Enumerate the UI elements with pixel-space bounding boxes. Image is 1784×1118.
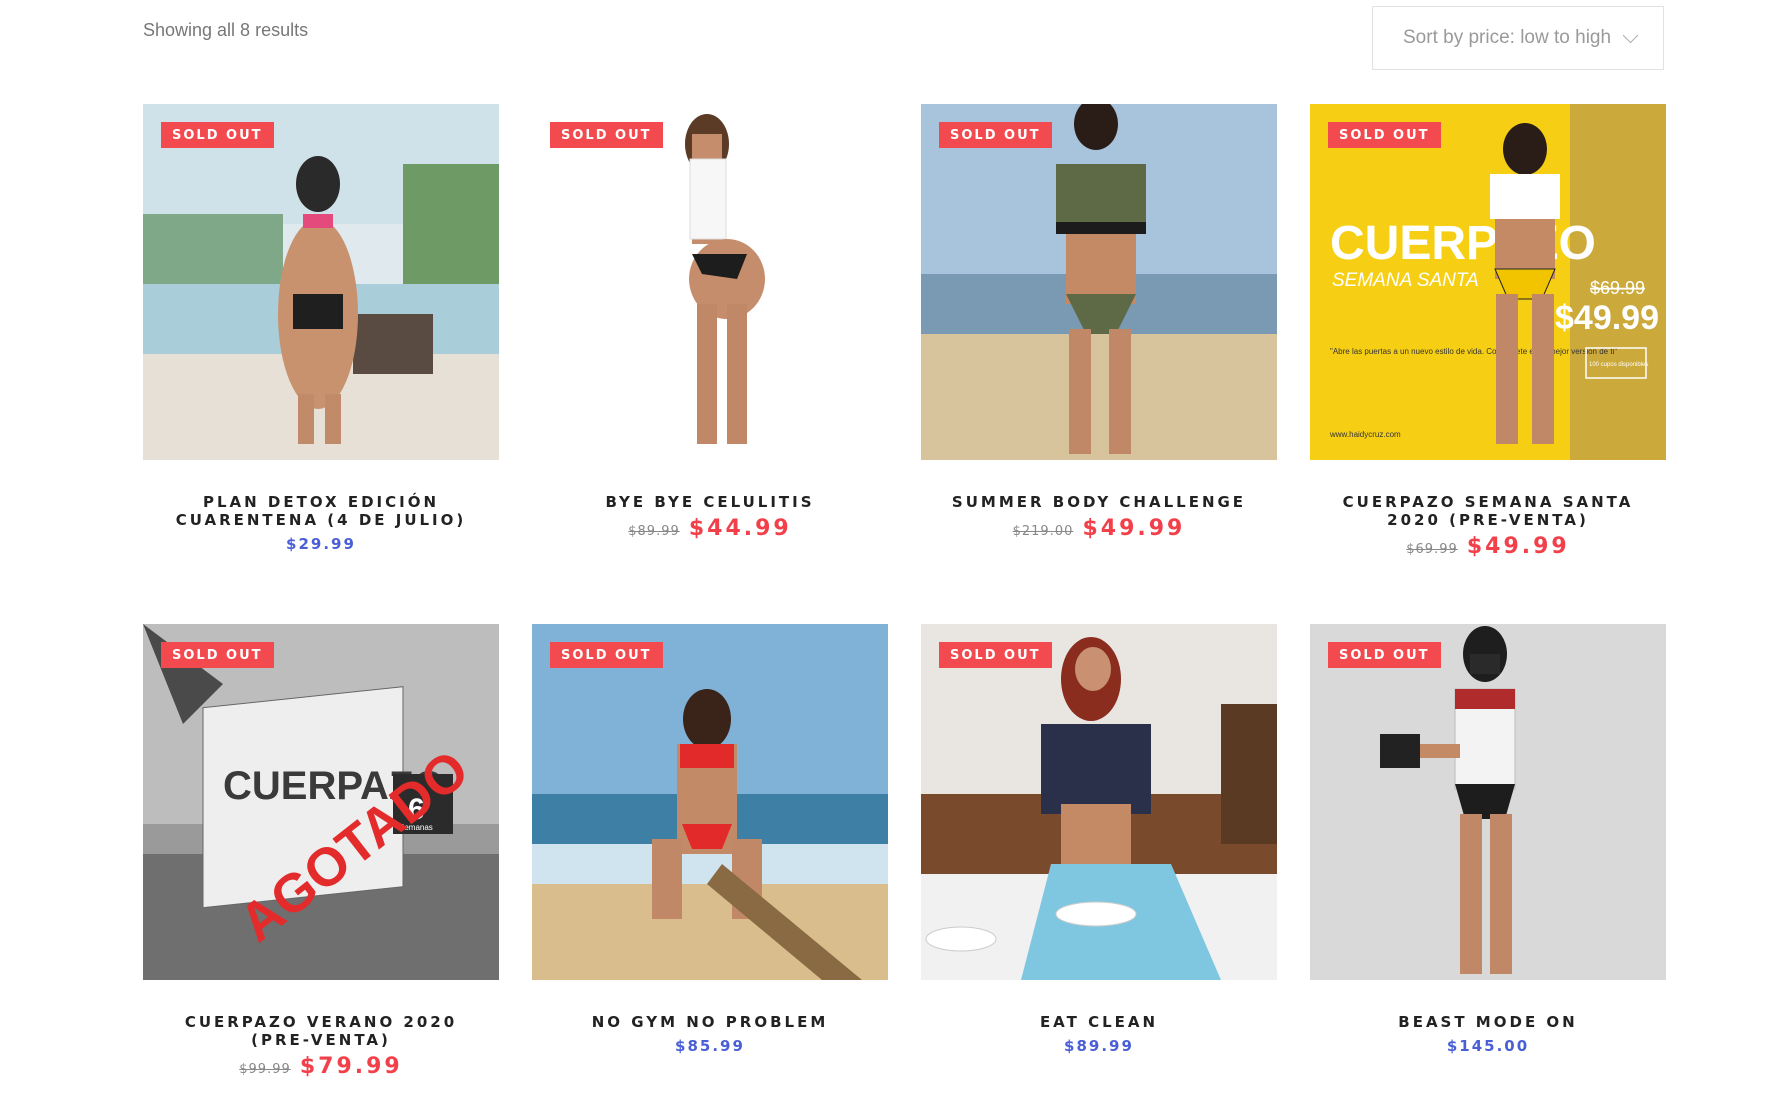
product-image[interactable]: SOLD OUT — [532, 104, 888, 460]
product-card[interactable]: SOLD OUT BEAST MODE ON $145.00 — [1310, 624, 1666, 1055]
product-card[interactable]: SOLD OUT EAT CLEAN $89.99 — [921, 624, 1277, 1055]
poster-old-price: $69.99 — [1590, 278, 1645, 298]
price: $89.99 — [1064, 1037, 1134, 1055]
product-price: $145.00 — [1310, 1036, 1666, 1055]
poster-quote: "Abre las puertas a un nuevo estilo de v… — [1330, 347, 1617, 356]
sold-out-badge: SOLD OUT — [1328, 122, 1441, 148]
sold-out-badge: SOLD OUT — [1328, 642, 1441, 668]
product-photo-summer — [921, 104, 1277, 460]
regular-price-struck: $69.99 — [1406, 542, 1458, 557]
product-card[interactable]: CUERPAZO SEMANA SANTA $69.99 $49.99 "Abr… — [1310, 104, 1666, 559]
poster-new-price: $49.99 — [1555, 299, 1659, 337]
sold-out-badge: SOLD OUT — [550, 642, 663, 668]
regular-price-struck: $219.00 — [1012, 524, 1074, 539]
poster-sub: SEMANA SANTA — [1332, 270, 1479, 291]
poster-url: www.haidycruz.com — [1329, 430, 1401, 439]
poster-headline: CUERPAZO — [1330, 217, 1596, 270]
product-title[interactable]: CUERPAZO VERANO 2020 (PRE-VENTA) — [143, 1013, 499, 1049]
shop-toolbar: Showing all 8 results Sort by price: low… — [0, 0, 1784, 80]
poster-cupos: 100 cupos disponibles — [1589, 362, 1648, 368]
product-title[interactable]: SUMMER BODY CHALLENGE — [921, 493, 1277, 511]
price: $85.99 — [675, 1037, 745, 1055]
product-title[interactable]: BYE BYE CELULITIS — [532, 493, 888, 511]
product-photo-beastmode — [1310, 624, 1666, 980]
sold-out-badge: SOLD OUT — [161, 122, 274, 148]
sale-price: $49.99 — [1082, 516, 1186, 541]
product-title[interactable]: PLAN DETOX EDICIÓN CUARENTENA (4 DE JULI… — [143, 493, 499, 529]
product-photo-verano: CUERPAZO 6 Semanas AGOTADO — [143, 624, 499, 980]
sale-price: $44.99 — [688, 516, 792, 541]
product-price: $89.99 $44.99 — [532, 516, 888, 541]
sold-out-badge: SOLD OUT — [939, 642, 1052, 668]
price: $29.99 — [286, 535, 356, 553]
product-image[interactable]: CUERPAZO SEMANA SANTA $69.99 $49.99 "Abr… — [1310, 104, 1666, 460]
product-price: $89.99 — [921, 1036, 1277, 1055]
price: $145.00 — [1446, 1037, 1530, 1055]
product-photo-celulitis — [532, 104, 888, 460]
product-image[interactable]: SOLD OUT — [921, 624, 1277, 980]
regular-price-struck: $99.99 — [239, 1062, 291, 1077]
product-photo-eatclean — [921, 624, 1277, 980]
product-card[interactable]: SOLD OUT SUMMER BODY CHALLENGE $219.00 $… — [921, 104, 1277, 541]
sold-out-badge: SOLD OUT — [939, 122, 1052, 148]
product-image[interactable]: SOLD OUT — [1310, 624, 1666, 980]
sold-out-badge: SOLD OUT — [161, 642, 274, 668]
product-photo-nogym — [532, 624, 888, 980]
product-image[interactable]: SOLD OUT — [532, 624, 888, 980]
product-photo-detox — [143, 104, 499, 460]
sort-label: Sort by price: low to high — [1403, 27, 1612, 48]
sale-price: $49.99 — [1466, 534, 1570, 559]
product-price: $29.99 — [143, 534, 499, 553]
product-card[interactable]: SOLD OUT PLAN DETOX EDICIÓN CUARENTENA (… — [143, 104, 499, 553]
product-image[interactable]: SOLD OUT — [921, 104, 1277, 460]
product-title[interactable]: CUERPAZO SEMANA SANTA 2020 (PRE-VENTA) — [1310, 493, 1666, 529]
product-image[interactable]: CUERPAZO 6 Semanas AGOTADO SOLD OUT — [143, 624, 499, 980]
product-price: $69.99 $49.99 — [1310, 534, 1666, 559]
product-title[interactable]: BEAST MODE ON — [1310, 1013, 1666, 1031]
product-card[interactable]: SOLD OUT BYE BYE CELULITIS $89.99 $44.99 — [532, 104, 888, 541]
product-photo-semana-santa: CUERPAZO SEMANA SANTA $69.99 $49.99 "Abr… — [1310, 104, 1666, 460]
product-card[interactable]: SOLD OUT NO GYM NO PROBLEM $85.99 — [532, 624, 888, 1055]
sold-out-badge: SOLD OUT — [550, 122, 663, 148]
product-title[interactable]: EAT CLEAN — [921, 1013, 1277, 1031]
product-card[interactable]: CUERPAZO 6 Semanas AGOTADO SOLD OUT CUER… — [143, 624, 499, 1079]
chevron-down-icon — [1622, 27, 1639, 43]
result-count: Showing all 8 results — [143, 20, 309, 40]
product-price: $85.99 — [532, 1036, 888, 1055]
product-price: $99.99 $79.99 — [143, 1054, 499, 1079]
product-image[interactable]: SOLD OUT — [143, 104, 499, 460]
sale-price: $79.99 — [299, 1054, 403, 1079]
product-title[interactable]: NO GYM NO PROBLEM — [532, 1013, 888, 1031]
sort-dropdown[interactable]: Sort by price: low to high — [1372, 6, 1664, 70]
regular-price-struck: $89.99 — [628, 524, 680, 539]
product-price: $219.00 $49.99 — [921, 516, 1277, 541]
